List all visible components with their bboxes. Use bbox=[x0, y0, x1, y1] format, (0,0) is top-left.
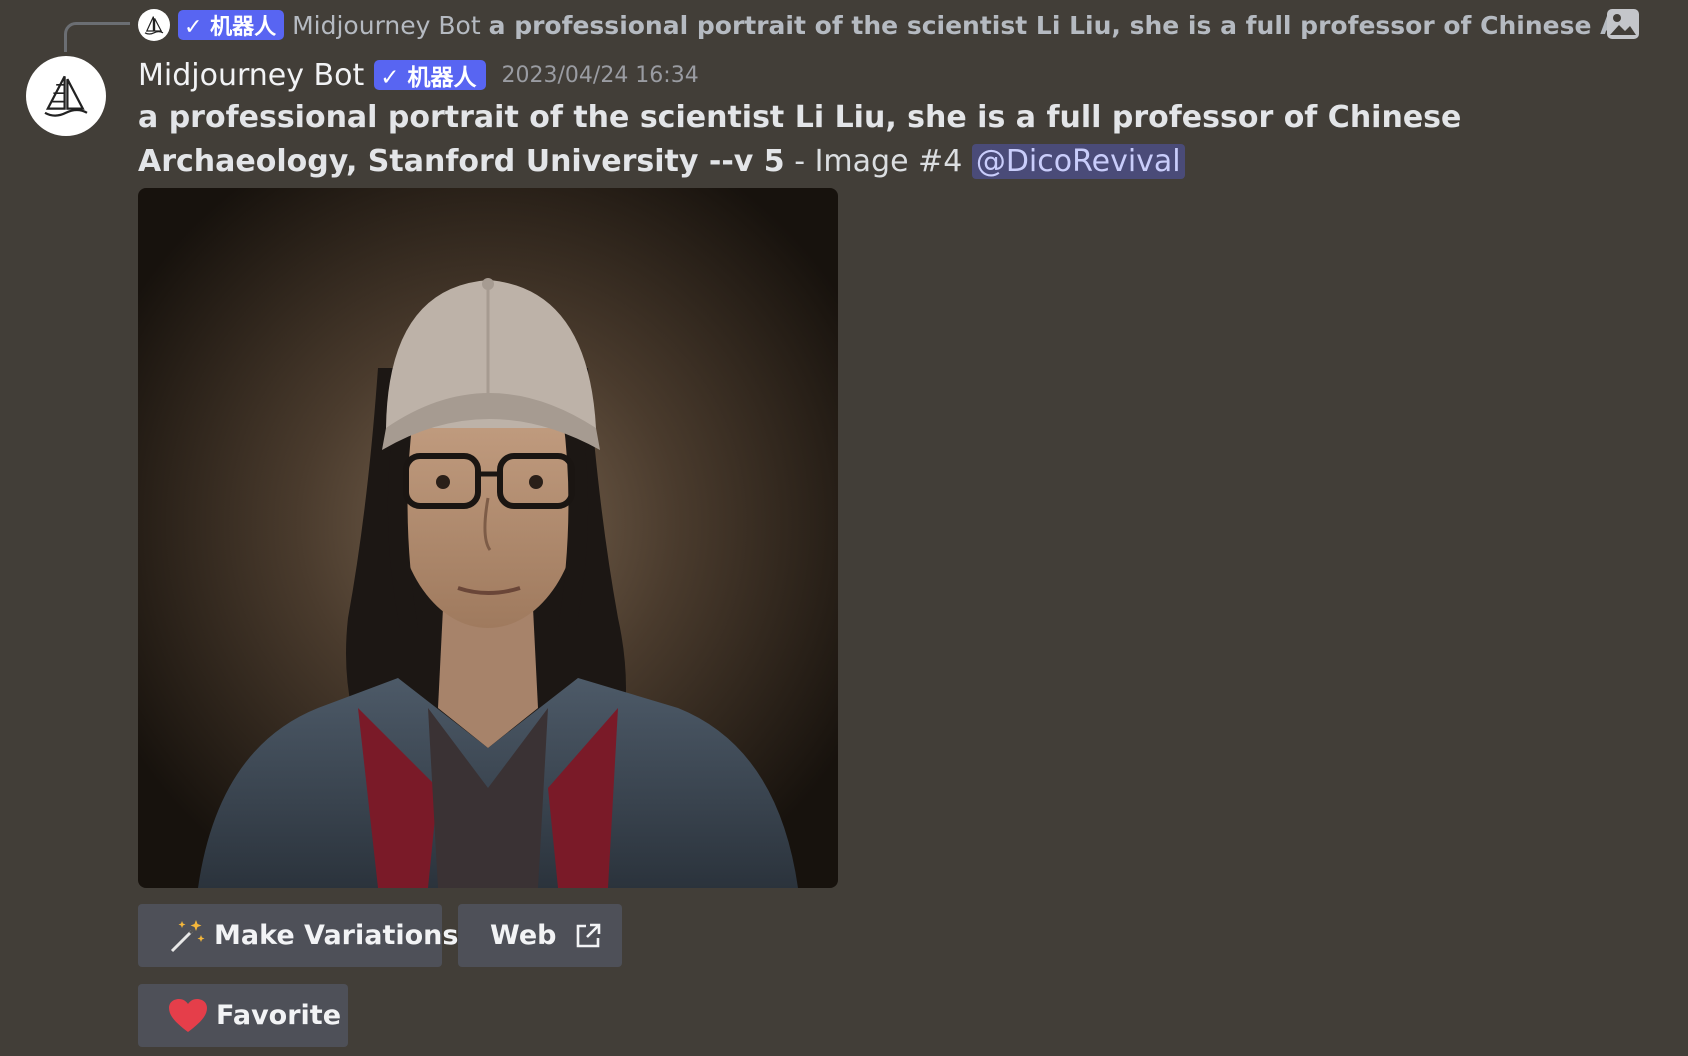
author-name[interactable]: Midjourney Bot bbox=[138, 58, 364, 93]
sailboat-logo-icon bbox=[144, 16, 164, 35]
image-icon bbox=[1607, 9, 1639, 39]
timestamp: 2023/04/24 16:34 bbox=[501, 62, 699, 88]
reply-connector bbox=[64, 22, 130, 52]
user-mention[interactable]: @DicoRevival bbox=[971, 144, 1185, 179]
reply-preview[interactable]: ✓ 机器人 Midjourney Bot a professional port… bbox=[138, 6, 1638, 44]
message-content: a professional portrait of the scientist… bbox=[138, 96, 1658, 184]
portrait-image bbox=[138, 188, 838, 888]
magic-wand-icon bbox=[168, 917, 206, 955]
reply-text[interactable]: a professional portrait of the scientist… bbox=[489, 11, 1638, 40]
favorite-label: Favorite bbox=[216, 1000, 342, 1031]
external-link-icon bbox=[574, 922, 602, 950]
web-button[interactable]: Web bbox=[458, 904, 622, 967]
message-header: Midjourney Bot ✓ 机器人 2023/04/24 16:34 bbox=[138, 55, 699, 95]
generated-image[interactable] bbox=[138, 188, 838, 888]
bot-tag: ✓ 机器人 bbox=[374, 60, 486, 91]
heart-icon bbox=[168, 998, 208, 1034]
reply-avatar bbox=[138, 9, 170, 41]
sailboat-logo-icon bbox=[44, 75, 88, 117]
bot-tag: ✓ 机器人 bbox=[178, 10, 285, 40]
avatar[interactable] bbox=[26, 56, 106, 136]
make-variations-label: Make Variations bbox=[214, 920, 459, 951]
favorite-button[interactable]: Favorite bbox=[138, 984, 348, 1047]
reply-author[interactable]: Midjourney Bot bbox=[292, 11, 481, 40]
make-variations-button[interactable]: Make Variations bbox=[138, 904, 458, 967]
image-label: - Image #4 bbox=[784, 144, 972, 179]
web-label: Web bbox=[490, 920, 557, 951]
